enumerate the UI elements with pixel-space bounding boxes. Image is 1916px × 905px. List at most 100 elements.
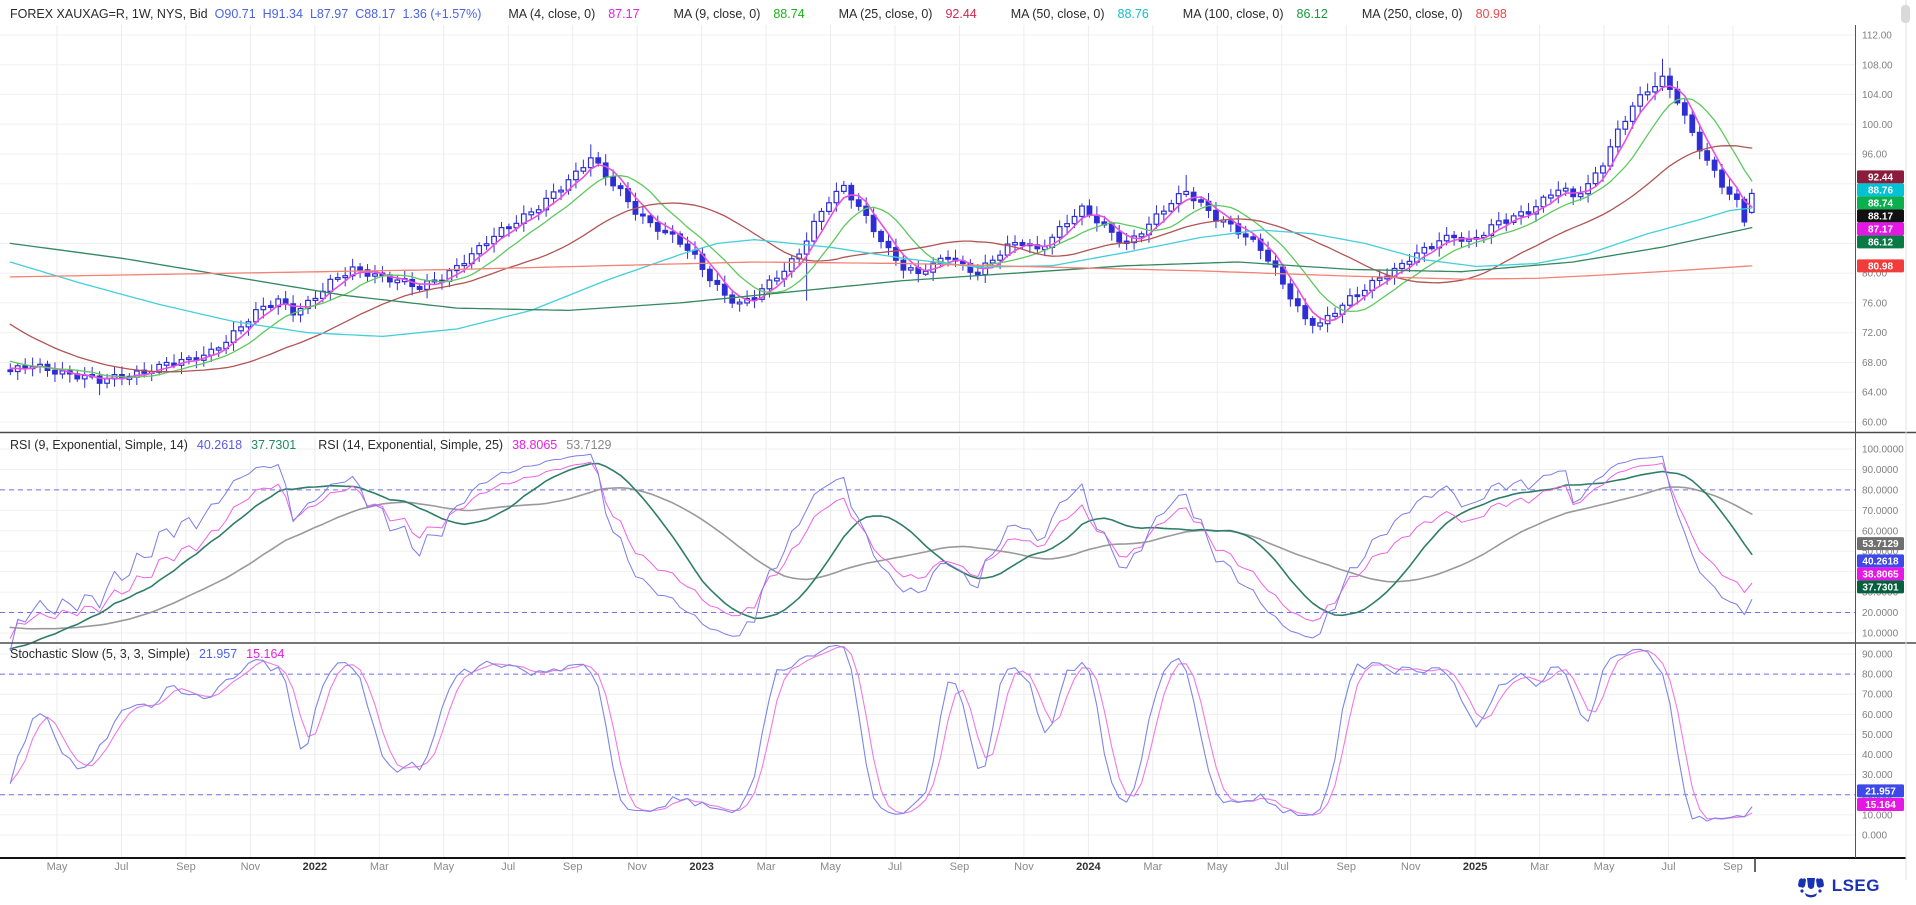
svg-text:10.0000: 10.0000: [1862, 628, 1899, 639]
svg-text:96.00: 96.00: [1862, 150, 1887, 161]
svg-text:88.17: 88.17: [1868, 211, 1893, 222]
rsi2-label[interactable]: RSI (14, Exponential, Simple, 25): [318, 438, 503, 452]
change-value: 1.36 (+1.57%): [403, 7, 482, 21]
svg-text:90.000: 90.000: [1862, 650, 1893, 661]
svg-text:80.98: 80.98: [1868, 261, 1893, 272]
svg-text:Nov: Nov: [241, 861, 261, 873]
svg-text:2023: 2023: [689, 861, 713, 873]
svg-text:87.17: 87.17: [1868, 224, 1893, 235]
svg-text:60.00: 60.00: [1862, 417, 1887, 428]
ohlc-open: O90.71: [215, 7, 256, 21]
svg-text:37.7301: 37.7301: [1862, 582, 1899, 593]
svg-text:80.000: 80.000: [1862, 670, 1893, 681]
candlestick-series: [8, 59, 1754, 395]
svg-text:2022: 2022: [303, 861, 327, 873]
svg-text:50.000: 50.000: [1862, 730, 1893, 741]
rsi-pane-legend[interactable]: RSI (9, Exponential, Simple, 14) 40.2618…: [10, 437, 620, 453]
ma-legend-value: 87.17: [608, 7, 639, 21]
ma-legend-item[interactable]: MA (50, close, 0) 88.76: [1011, 7, 1156, 21]
instrument-title[interactable]: FOREX XAUXAG=R, 1W, NYS, Bid: [10, 7, 208, 21]
svg-text:Sep: Sep: [176, 861, 196, 873]
svg-text:40.000: 40.000: [1862, 750, 1893, 761]
svg-text:80.0000: 80.0000: [1862, 485, 1899, 496]
main-legend[interactable]: FOREX XAUXAG=R, 1W, NYS, Bid O90.71 H91.…: [10, 5, 1528, 23]
svg-text:112.00: 112.00: [1862, 31, 1892, 42]
svg-text:Nov: Nov: [627, 861, 647, 873]
ma-legend-item[interactable]: MA (100, close, 0)86.12: [1183, 7, 1335, 21]
svg-text:2025: 2025: [1463, 861, 1487, 873]
svg-text:88.76: 88.76: [1868, 185, 1893, 196]
svg-text:60.000: 60.000: [1862, 710, 1893, 721]
ma-legend-label: MA (50, close, 0): [1011, 7, 1105, 21]
ma-legend-value: 86.12: [1297, 7, 1328, 21]
svg-text:Sep: Sep: [1336, 861, 1356, 873]
stoch-axis[interactable]: 90.000 80.000 70.000 60.000 50.000 40.000 30.0…: [1862, 650, 1893, 842]
lseg-crest-icon: [1796, 874, 1826, 898]
svg-text:53.7129: 53.7129: [1862, 539, 1899, 550]
ma-legend-label: MA (250, close, 0): [1362, 7, 1463, 21]
ma-legend-item[interactable]: MA (250, close, 0) 80.98: [1362, 7, 1514, 21]
svg-text:May: May: [1207, 861, 1228, 873]
svg-text:May: May: [47, 861, 68, 873]
svg-text:108.00: 108.00: [1862, 60, 1893, 71]
svg-text:60.0000: 60.0000: [1862, 526, 1899, 537]
svg-text:76.00: 76.00: [1862, 298, 1887, 309]
svg-text:Sep: Sep: [563, 861, 583, 873]
svg-text:64.00: 64.00: [1862, 388, 1887, 399]
stochastic-pane-legend[interactable]: Stochastic Slow (5, 3, 3, Simple) 21.957…: [10, 646, 293, 662]
ma-legend-value: 88.74: [773, 7, 804, 21]
svg-text:Mar: Mar: [757, 861, 776, 873]
rsi1-label[interactable]: RSI (9, Exponential, Simple, 14): [10, 438, 188, 452]
svg-text:0.000: 0.000: [1862, 830, 1887, 841]
ma-legend-label: MA (4, close, 0): [508, 7, 595, 21]
svg-text:88.74: 88.74: [1868, 198, 1893, 209]
svg-text:May: May: [433, 861, 454, 873]
svg-text:104.00: 104.00: [1862, 90, 1893, 101]
ma-legend-item[interactable]: MA (25, close, 0) 92.44: [839, 7, 984, 21]
svg-text:2024: 2024: [1076, 861, 1101, 873]
svg-text:70.000: 70.000: [1862, 690, 1893, 701]
svg-text:Jul: Jul: [114, 861, 128, 873]
svg-text:15.164: 15.164: [1865, 800, 1896, 811]
svg-text:Mar: Mar: [370, 861, 389, 873]
rsi-lines: [10, 454, 1752, 650]
svg-text:100.0000: 100.0000: [1862, 445, 1904, 456]
svg-text:30.000: 30.000: [1862, 770, 1893, 781]
price-value-badges: 92.4488.7688.7488.1787.1786.1280.98: [1857, 170, 1904, 272]
ma-legend-item[interactable]: MA (9, close, 0) 88.74: [674, 7, 812, 21]
stochastic-d-value: 15.164: [246, 647, 284, 661]
svg-text:Jul: Jul: [501, 861, 515, 873]
ma-legend-value: 88.76: [1118, 7, 1149, 21]
svg-text:40.2618: 40.2618: [1862, 556, 1899, 567]
svg-text:20.0000: 20.0000: [1862, 608, 1899, 619]
ma-legend-value: 80.98: [1476, 7, 1507, 21]
svg-text:72.00: 72.00: [1862, 328, 1887, 339]
svg-text:Nov: Nov: [1401, 861, 1421, 873]
ohlc-high: H91.34: [263, 7, 303, 21]
svg-text:Mar: Mar: [1143, 861, 1162, 873]
lseg-logo: LSEG: [1796, 874, 1880, 898]
ma-legend-item[interactable]: MA (4, close, 0) 87.17: [508, 7, 646, 21]
stochastic-k-value: 21.957: [199, 647, 237, 661]
svg-text:May: May: [1594, 861, 1615, 873]
svg-text:Sep: Sep: [1723, 861, 1743, 873]
rsi1-ma-value: 37.7301: [251, 438, 296, 452]
svg-text:10.000: 10.000: [1862, 810, 1893, 821]
svg-text:Jul: Jul: [1662, 861, 1676, 873]
stochastic-label[interactable]: Stochastic Slow (5, 3, 3, Simple): [10, 647, 190, 661]
ma-legend-label: MA (25, close, 0): [839, 7, 933, 21]
ma-legend-label: MA (9, close, 0): [674, 7, 761, 21]
corner-scrollbar[interactable]: [1901, 5, 1910, 23]
svg-text:Mar: Mar: [1530, 861, 1549, 873]
ohlc-low: L87.97: [310, 7, 348, 21]
svg-text:92.44: 92.44: [1868, 172, 1893, 183]
ma-legend-value: 92.44: [945, 7, 976, 21]
chart-window: 112.00108.00104.00100.0096.0092.0088.008…: [0, 0, 1916, 905]
time-axis[interactable]: May Jul Sep Nov 2022 Mar May Jul Sep Nov 2023 Mar Ma…: [47, 861, 1743, 873]
svg-text:21.957: 21.957: [1865, 786, 1896, 797]
rsi-value-badges: 53.712940.261838.806537.7301: [1857, 537, 1904, 593]
svg-text:90.0000: 90.0000: [1862, 465, 1899, 476]
ma-legend: MA (4, close, 0) 87.17 MA (9, close, 0) 88.…: [488, 7, 1520, 21]
svg-text:May: May: [820, 861, 841, 873]
ohlc-close: C88.17: [355, 7, 395, 21]
